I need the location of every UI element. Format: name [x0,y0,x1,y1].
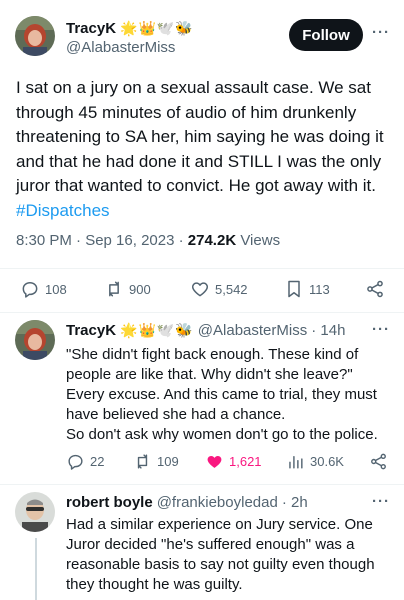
reply2-text: Had a similar experience on Jury service… [66,515,386,595]
reply1-author-name[interactable]: TracyK [66,322,116,339]
reply1-line: So don't ask why women don't go to the p… [66,426,378,443]
reply1-like-count: 1,621 [229,454,262,469]
reply2-author-name[interactable]: robert boyle [66,494,153,511]
reply1-reply-count: 22 [90,454,105,469]
bookmark-action[interactable]: 113 [284,279,330,299]
follow-button[interactable]: Follow [289,19,363,51]
reply-icon [68,454,83,470]
reply1-line: "She didn't fight back enough. These kin… [66,346,359,363]
bookmark-count: 113 [309,281,330,297]
reply1-text: "She didn't fight back enough. These kin… [66,345,386,445]
reply2-line: Juror decided "he's suffered enough" was… [66,536,355,553]
like-count: 5,542 [215,281,248,297]
reply1-line: people are like that. Why didn't she lea… [66,366,353,383]
main-author-avatar[interactable] [15,16,55,56]
views-label: Views [236,232,281,249]
reply2-line: they thought he was guilty. [66,576,243,593]
reply2-line: reasonable basis to say not guilty even … [66,556,375,573]
main-author-handle[interactable]: @AlabasterMiss [66,39,175,56]
repost-action[interactable]: 900 [104,279,151,299]
reply1-more-icon[interactable]: ··· [372,321,390,338]
reply-icon [22,282,38,298]
main-author-block: TracyK 🌟👑🕊️🐝 @AlabasterMiss [66,18,194,57]
share-icon [367,280,383,298]
reply2-author-avatar[interactable] [15,492,55,532]
reply-count: 108 [45,281,67,297]
like-icon [191,282,209,297]
share-action[interactable] [365,279,385,299]
reply2-age[interactable]: · 2h [282,494,308,511]
reply1-repost-count: 109 [157,454,179,469]
main-tweet-text: I sat on a jury on a sexual assault case… [16,76,394,224]
divider-bottom [0,312,404,313]
thread-connector-line [35,538,37,600]
repost-icon [109,281,119,297]
views-count: 274.2K [187,232,237,249]
repost-icon [137,454,148,469]
share-icon [371,453,386,470]
reply1-header: TracyK 🌟👑🕊️🐝 @AlabasterMiss · 14h [66,322,345,339]
like-icon-active [207,455,222,468]
main-author-name[interactable]: TracyK [66,20,116,37]
hashtag-link[interactable]: #Dispatches [16,201,110,220]
reply1-share-action[interactable] [369,452,388,471]
reply-action[interactable]: 108 [20,279,67,299]
reply1-line: have believed she had a chance. [66,406,286,423]
reply1-like-action[interactable]: 1,621 [205,452,262,471]
main-tweet-body: I sat on a jury on a sexual assault case… [16,78,384,196]
reply2-author-handle[interactable]: @frankieboyledad [157,494,278,511]
tweet-meta: 8:30 PM · Sep 16, 2023 · 274.2K Views [16,232,280,249]
reply1-line: Every excuse. And this came to trial, th… [66,386,377,403]
reply1-reply-action[interactable]: 22 [66,452,104,471]
reply1-author-avatar[interactable] [15,320,55,360]
views-icon [289,456,303,469]
reply1-emoji-badges: 🌟👑🕊️🐝 [120,322,194,338]
reply2-header: robert boyle @frankieboyledad · 2h [66,494,308,511]
like-action[interactable]: 5,542 [190,279,248,299]
reply1-age[interactable]: · 14h [311,322,345,339]
reply2-line: Had a similar experience on Jury service… [66,516,373,533]
author-emoji-badges: 🌟👑🕊️🐝 [120,19,194,36]
reply2-more-icon[interactable]: ··· [372,493,390,510]
divider-replies [0,484,404,485]
main-more-icon[interactable]: ··· [372,24,390,41]
divider-top [0,268,404,269]
reply1-author-handle[interactable]: @AlabasterMiss [198,322,307,339]
reply1-repost-action[interactable]: 109 [133,452,179,471]
repost-count: 900 [129,281,151,297]
reply1-views-action[interactable]: 30.6K [286,452,344,471]
tweet-timestamp[interactable]: 8:30 PM · Sep 16, 2023 · [16,232,188,249]
reply1-views-count: 30.6K [310,454,344,469]
bookmark-icon [288,280,300,298]
